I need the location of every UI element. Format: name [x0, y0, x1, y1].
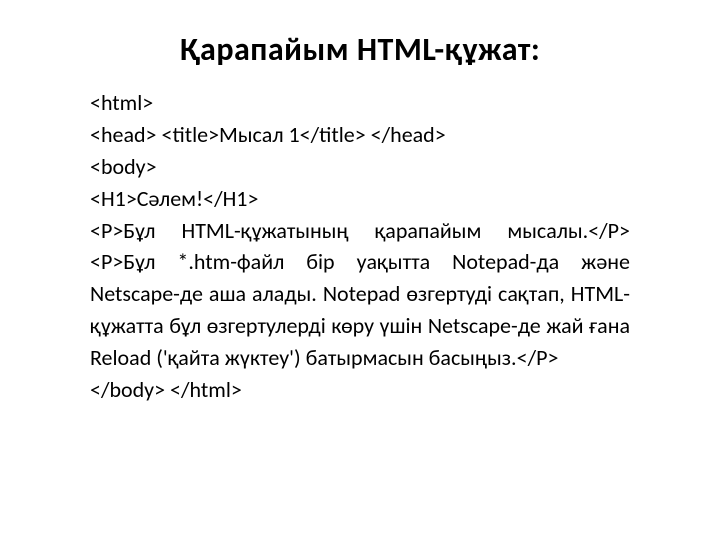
code-line: <H1>Сәлем!</H1> [90, 183, 630, 215]
tag-close: </P> [588, 217, 630, 244]
tag-close: </P> [517, 344, 559, 371]
code-paragraph: <P>Бұл HTML-құжатының қарапайым мысалы.<… [90, 217, 630, 372]
code-line: </body> </html> [90, 374, 630, 406]
tag-open: <P> [90, 217, 123, 244]
page-title: Қарапайым HTML-құжат: [90, 30, 630, 69]
para-text: Бұл HTML-құжатының қарапайым мысалы. [123, 217, 588, 244]
code-line: <html> [90, 87, 630, 119]
code-content: <html> <head> <title>Мысал 1</title> </h… [90, 87, 630, 406]
code-line: <head> <title>Мысал 1</title> </head> [90, 119, 630, 151]
code-line: <body> [90, 151, 630, 183]
tag-open: <P> [90, 248, 123, 275]
